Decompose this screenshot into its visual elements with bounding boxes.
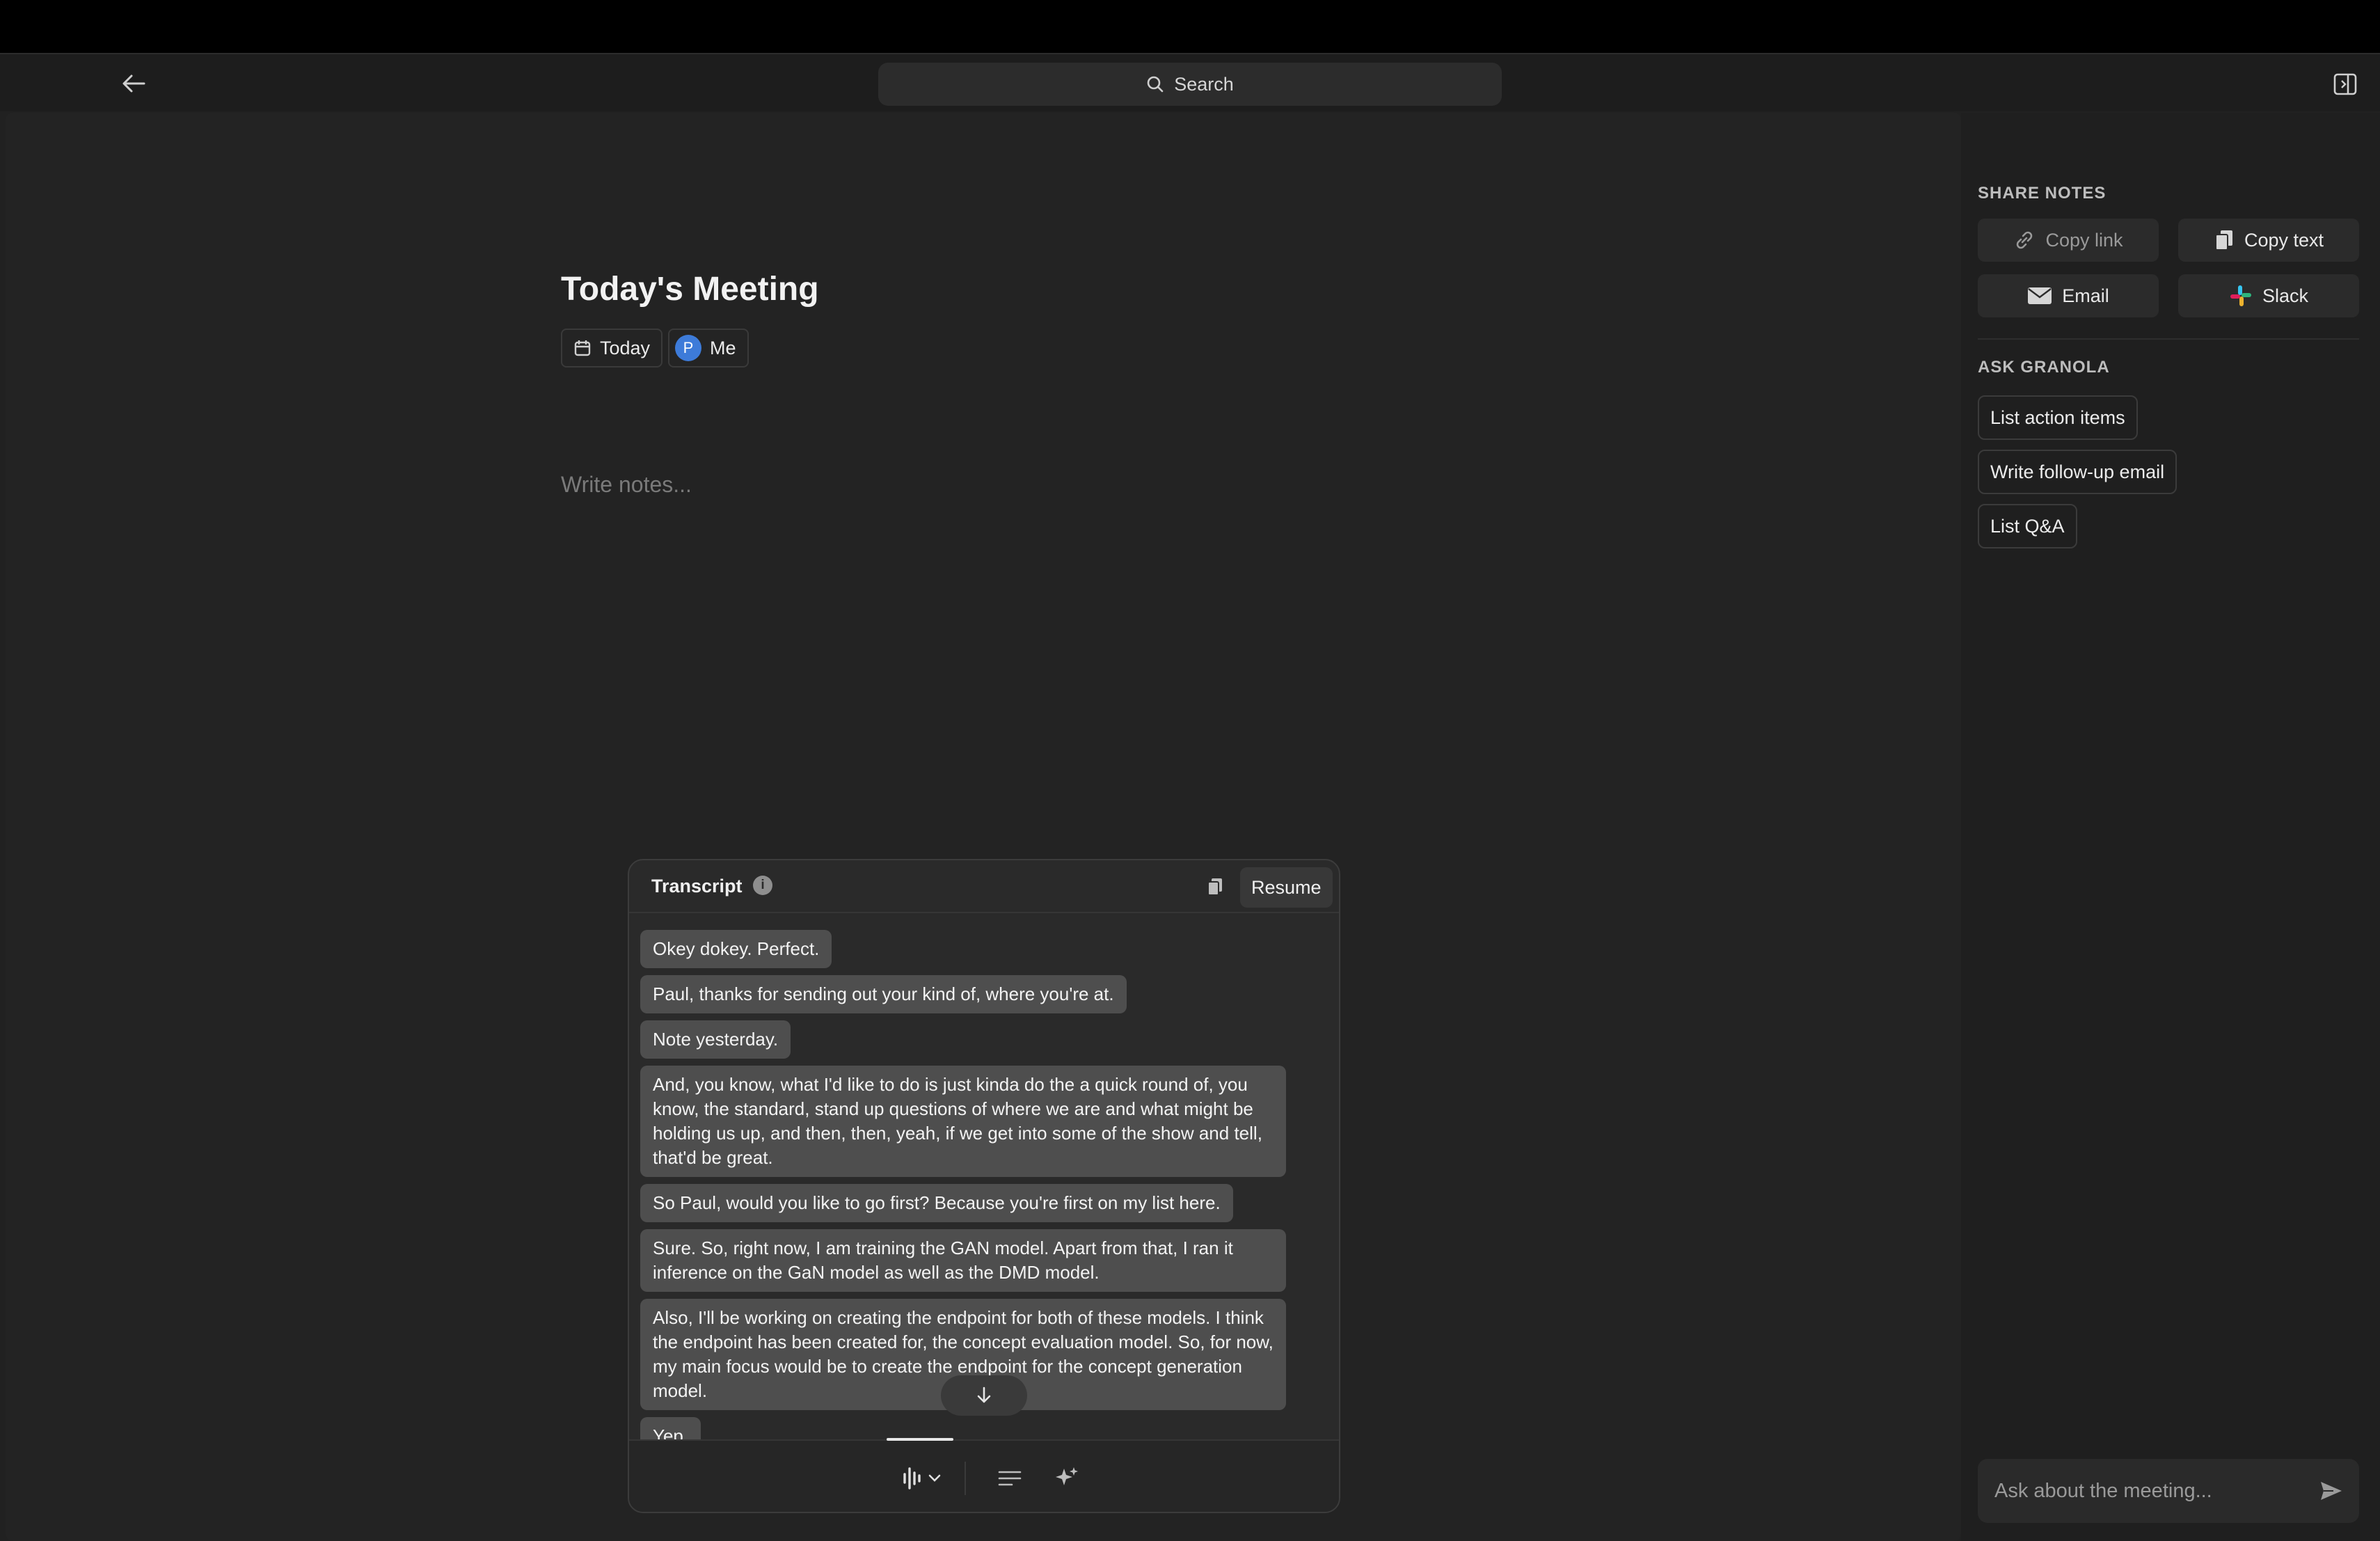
transcript-message: Paul, thanks for sending out your kind o…: [640, 975, 1127, 1013]
avatar: P: [675, 335, 701, 361]
date-chip-label: Today: [600, 337, 651, 358]
back-button[interactable]: [116, 70, 152, 97]
copy-text-button[interactable]: Copy text: [2178, 219, 2359, 262]
transcript-message: Yep.: [640, 1417, 701, 1439]
waveform-icon: [903, 1467, 921, 1489]
date-chip[interactable]: Today: [561, 329, 663, 368]
share-notes-label: SHARE NOTES: [1978, 184, 2107, 203]
sparkle-icon: [1056, 1467, 1078, 1485]
transcript-title: Transcript: [651, 876, 743, 896]
slack-button[interactable]: Slack: [2178, 274, 2359, 317]
copy-icon: [2214, 230, 2232, 251]
transcript-message: Note yesterday.: [640, 1020, 791, 1059]
ask-granola-label: ASK GRANOLA: [1978, 358, 2110, 377]
copy-link-button[interactable]: Copy link: [1978, 219, 2159, 262]
transcript-message: Sure. So, right now, I am training the G…: [640, 1229, 1286, 1292]
copy-link-label: Copy link: [2045, 229, 2123, 251]
send-button[interactable]: [2317, 1477, 2345, 1505]
copy-icon: [1207, 878, 1222, 896]
search-label: Search: [1174, 73, 1234, 95]
sidebar-panel-icon: [2333, 73, 2357, 95]
link-icon: [2017, 231, 2033, 249]
calendar-icon: [574, 340, 591, 356]
transcript-message: And, you know, what I'd like to do is ju…: [640, 1066, 1286, 1177]
notes-input[interactable]: Write notes...: [561, 472, 692, 498]
ask-meeting-input[interactable]: Ask about the meeting...: [1978, 1459, 2359, 1523]
slack-label: Slack: [2262, 285, 2309, 306]
notes-view-button[interactable]: [992, 1462, 1027, 1495]
chevron-down-icon: [928, 1474, 941, 1482]
sidebar-divider: [1978, 338, 2359, 340]
transcript-message: Okey dokey. Perfect.: [640, 930, 832, 968]
copy-transcript-button[interactable]: [1203, 874, 1228, 899]
app-window: Search Today's Meeting Today P Me Write …: [0, 53, 2380, 1541]
copy-text-label: Copy text: [2244, 229, 2324, 251]
arrow-down-icon: [977, 1386, 991, 1403]
transcript-messages[interactable]: Okey dokey. Perfect. Paul, thanks for se…: [629, 915, 1339, 1439]
title-bar: Search: [0, 54, 2380, 111]
transcript-toolbar: [629, 1438, 1339, 1512]
write-follow-up-email-button[interactable]: Write follow-up email: [1978, 450, 2177, 494]
info-icon[interactable]: i: [753, 876, 772, 895]
page-title[interactable]: Today's Meeting: [561, 270, 819, 308]
send-icon: [2321, 1482, 2342, 1500]
menu-bar: [0, 0, 2380, 53]
transcript-panel: Transcript i Resume Okey dokey. Perfect.…: [628, 859, 1340, 1513]
slack-icon: [2230, 285, 2251, 306]
resume-button[interactable]: Resume: [1240, 867, 1333, 908]
text-lines-icon: [998, 1471, 1022, 1486]
mail-icon: [2028, 287, 2052, 304]
arrow-left-icon: [122, 74, 145, 93]
active-tab-indicator: [887, 1438, 953, 1441]
right-sidebar: SHARE NOTES Copy link Copy text Email Sl…: [1961, 113, 2380, 1541]
email-label: Email: [2062, 285, 2109, 306]
toolbar-divider: [965, 1462, 966, 1495]
list-action-items-button[interactable]: List action items: [1978, 395, 2138, 440]
attendee-chip-label: Me: [710, 337, 736, 358]
sidebar-toggle-button[interactable]: [2331, 71, 2359, 97]
scroll-to-bottom-button[interactable]: [941, 1375, 1027, 1416]
audio-source-button[interactable]: [894, 1462, 949, 1495]
list-qa-button[interactable]: List Q&A: [1978, 504, 2077, 548]
search-icon: [1147, 76, 1164, 93]
attendee-chip[interactable]: P Me: [668, 329, 749, 368]
email-button[interactable]: Email: [1978, 274, 2159, 317]
transcript-header: Transcript i Resume: [629, 860, 1339, 913]
enhance-notes-button[interactable]: [1049, 1462, 1084, 1495]
search-bar[interactable]: Search: [878, 63, 1502, 106]
transcript-message: So Paul, would you like to go first? Bec…: [640, 1184, 1233, 1222]
